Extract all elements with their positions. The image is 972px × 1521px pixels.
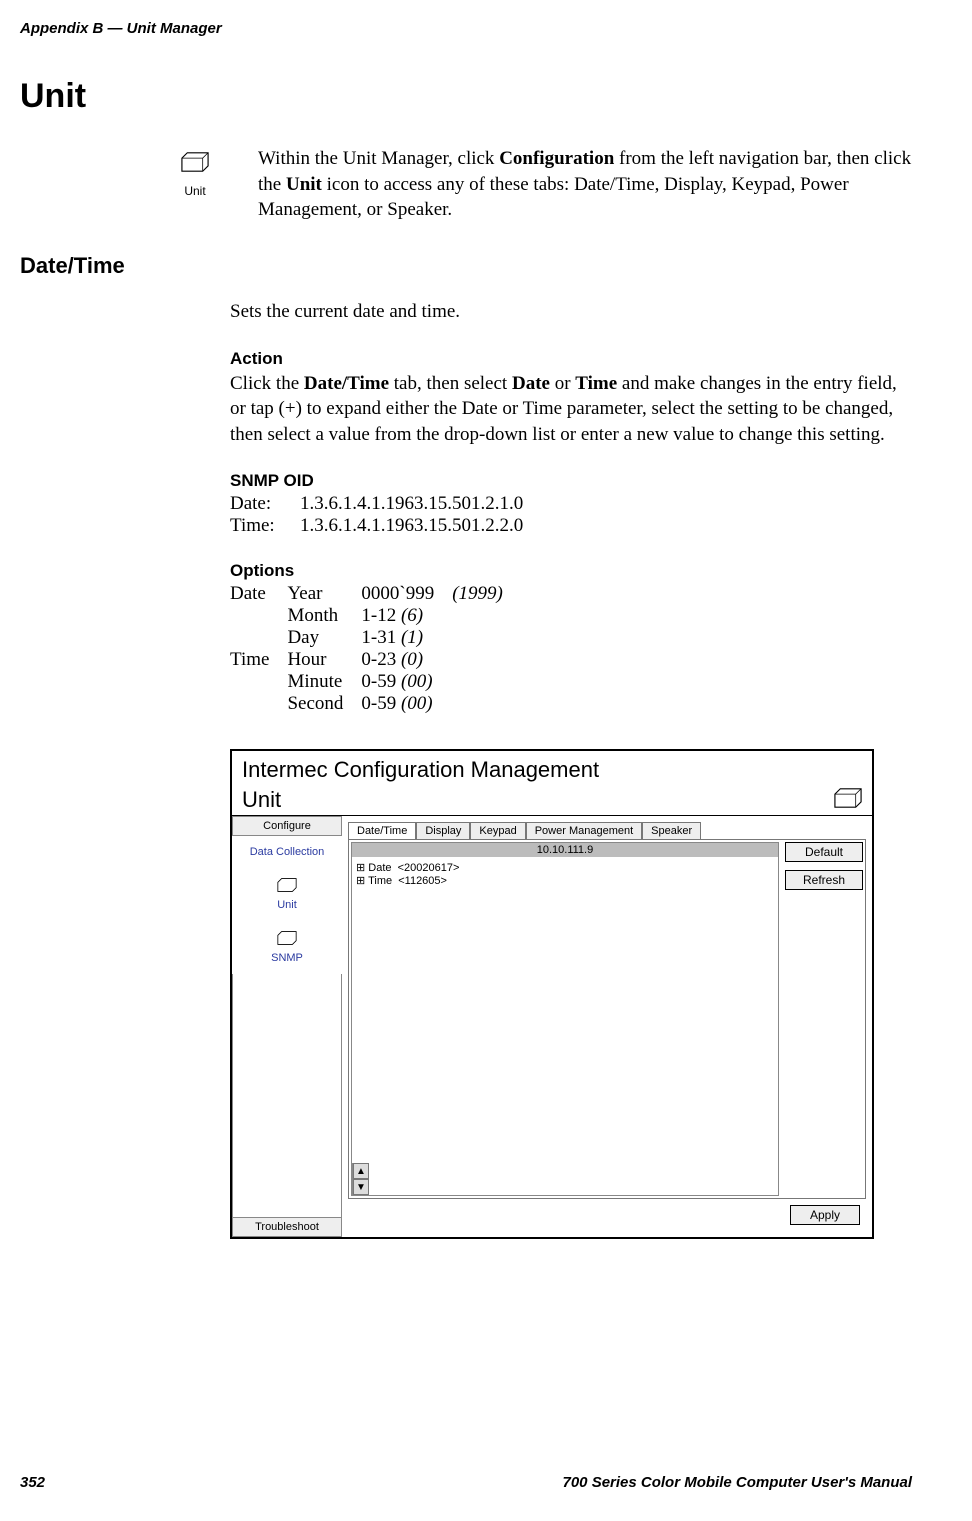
refresh-button[interactable]: Refresh — [785, 870, 863, 890]
action-body: Click the Date/Time tab, then select Dat… — [230, 371, 912, 448]
opt-range: 0-59 (00) — [361, 671, 452, 693]
tab-datetime[interactable]: Date/Time — [348, 822, 416, 839]
tab-speaker[interactable]: Speaker — [642, 822, 701, 839]
snmp-time-label: Time: — [230, 515, 300, 537]
app-screenshot: Intermec Configuration Management Unit C… — [230, 749, 874, 1239]
sidebar-item-label: SNMP — [271, 952, 303, 964]
opt-range: 1-31 (1) — [361, 627, 452, 649]
panel-icon — [834, 788, 862, 813]
intro-paragraph: Within the Unit Manager, click Configura… — [258, 146, 912, 223]
running-head: Appendix B — Unit Manager — [20, 20, 912, 37]
scroll-down-icon[interactable]: ▼ — [353, 1179, 369, 1195]
sidebar-tab-troubleshoot[interactable]: Troubleshoot — [232, 1217, 342, 1237]
option-row: Time Hour 0-23 (0) — [230, 649, 521, 671]
opt-field: Day — [287, 627, 361, 649]
sidebar-tab-configure[interactable]: Configure — [232, 816, 342, 836]
sidebar: Configure Data Collection Unit SNMP Trou… — [232, 816, 342, 1237]
snmp-heading: SNMP OID — [230, 471, 912, 491]
opt-group: Date — [230, 583, 287, 605]
doc-title: 700 Series Color Mobile Computer User's … — [563, 1474, 913, 1491]
tabs-row: Date/Time Display Keypad Power Managemen… — [348, 822, 866, 839]
snmp-date-label: Date: — [230, 493, 300, 515]
page-number: 352 — [20, 1474, 45, 1491]
opt-field: Second — [287, 693, 361, 715]
options-table: Date Year 0000`999 (1999) Month 1-12 (6)… — [230, 583, 521, 715]
opt-range: 0-59 (00) — [361, 693, 452, 715]
opt-default: (1999) — [452, 583, 521, 605]
option-row: Minute 0-59 (00) — [230, 671, 521, 693]
sidebar-item-snmp[interactable]: SNMP — [232, 921, 342, 974]
sidebar-item-label: Data Collection — [250, 846, 325, 858]
opt-group — [230, 605, 287, 627]
option-row: Month 1-12 (6) — [230, 605, 521, 627]
action-heading: Action — [230, 349, 912, 369]
opt-field: Minute — [287, 671, 361, 693]
opt-group: Time — [230, 649, 287, 671]
options-heading: Options — [230, 561, 912, 581]
opt-field: Year — [287, 583, 361, 605]
tab-display[interactable]: Display — [416, 822, 470, 839]
tree-header-ip: 10.10.111.9 — [352, 843, 778, 857]
panel-title: Unit — [242, 787, 281, 813]
apply-button[interactable]: Apply — [790, 1205, 860, 1225]
opt-range: 0-23 (0) — [361, 649, 452, 671]
opt-field: Hour — [287, 649, 361, 671]
option-row: Second 0-59 (00) — [230, 693, 521, 715]
tree-panel[interactable]: 10.10.111.9 ⊞ Date <20020617> ⊞ Time <11… — [351, 842, 779, 1196]
opt-group — [230, 671, 287, 693]
app-title: Intermec Configuration Management — [232, 751, 872, 783]
default-button[interactable]: Default — [785, 842, 863, 862]
tree-scrollbar[interactable]: ▲ ▼ — [352, 1163, 369, 1195]
snmp-date-value: 1.3.6.1.4.1.1963.15.501.2.1.0 — [300, 493, 523, 515]
opt-range: 0000`999 — [361, 583, 452, 605]
opt-range: 1-12 (6) — [361, 605, 452, 627]
snmp-time-value: 1.3.6.1.4.1.1963.15.501.2.2.0 — [300, 515, 523, 537]
scroll-up-icon[interactable]: ▲ — [353, 1163, 369, 1179]
section-title: Unit — [20, 77, 912, 116]
option-row: Day 1-31 (1) — [230, 627, 521, 649]
opt-group — [230, 627, 287, 649]
datetime-body: Sets the current date and time. — [230, 299, 912, 325]
option-row: Date Year 0000`999 (1999) — [230, 583, 521, 605]
sidebar-item-data-collection[interactable]: Data Collection — [232, 836, 342, 868]
sidebar-item-unit[interactable]: Unit — [232, 868, 342, 921]
unit-icon — [177, 152, 213, 178]
tag-icon — [277, 878, 297, 895]
opt-group — [230, 693, 287, 715]
tab-keypad[interactable]: Keypad — [470, 822, 525, 839]
tree-node-date[interactable]: ⊞ Date <20020617> — [356, 861, 774, 874]
tree-node-time[interactable]: ⊞ Time <112605> — [356, 874, 774, 887]
sidebar-item-label: Unit — [277, 899, 297, 911]
unit-icon-caption: Unit — [160, 184, 230, 198]
tab-power-management[interactable]: Power Management — [526, 822, 642, 839]
opt-field: Month — [287, 605, 361, 627]
tag-icon — [277, 931, 297, 948]
datetime-title: Date/Time — [20, 253, 912, 279]
